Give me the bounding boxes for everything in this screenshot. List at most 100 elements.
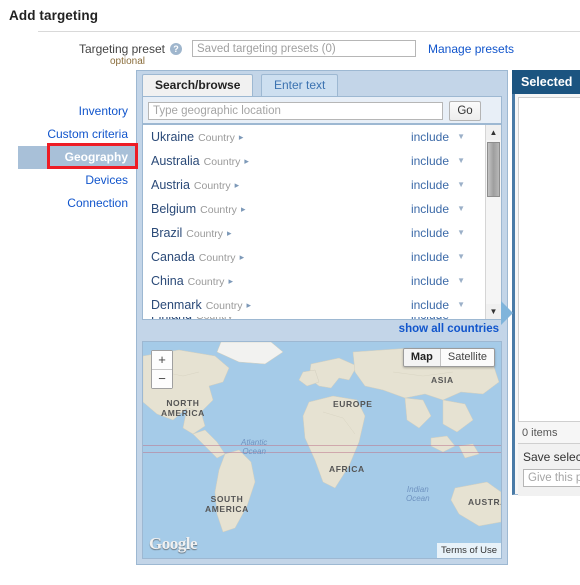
targeting-category-sidebar: Inventory Custom criteria Geography Devi… bbox=[0, 100, 136, 215]
panel-collapse-handle-icon[interactable] bbox=[501, 301, 513, 325]
scrollbar-thumb[interactable] bbox=[487, 142, 500, 197]
result-row[interactable]: China Country ▸ include ▼ bbox=[143, 269, 485, 293]
expand-bullet-icon[interactable]: ▸ bbox=[244, 156, 249, 166]
include-action-label[interactable]: include bbox=[411, 221, 449, 245]
result-row[interactable]: Denmark Country ▸ include ▼ bbox=[143, 293, 485, 317]
chevron-down-icon[interactable]: ▼ bbox=[457, 245, 465, 269]
google-logo: Google bbox=[149, 534, 198, 553]
save-selection-label: Save selec bbox=[523, 450, 580, 464]
header-divider bbox=[38, 31, 580, 32]
expand-bullet-icon[interactable]: ▸ bbox=[228, 276, 233, 286]
result-type: Country bbox=[193, 180, 231, 192]
search-bar: Go bbox=[142, 96, 502, 124]
panel-tabs: Search/browse Enter text bbox=[137, 71, 509, 96]
chevron-down-icon[interactable]: ▼ bbox=[457, 173, 465, 197]
preset-name-input[interactable] bbox=[523, 469, 580, 487]
result-row[interactable]: Austria Country ▸ include ▼ bbox=[143, 173, 485, 197]
include-action-label[interactable]: include bbox=[411, 317, 449, 319]
sidebar-item-inventory[interactable]: Inventory bbox=[0, 100, 136, 123]
result-row[interactable]: Ukraine Country ▸ include ▼ bbox=[143, 125, 485, 149]
map-type-toggle: Map Satellite bbox=[402, 348, 495, 367]
result-name: Denmark bbox=[151, 298, 202, 312]
results-list: Ukraine Country ▸ include ▼ Australia Country ▸… bbox=[143, 125, 485, 319]
chevron-down-icon[interactable]: ▼ bbox=[457, 125, 465, 149]
manage-presets-link[interactable]: Manage presets bbox=[428, 42, 514, 56]
result-type: Country bbox=[205, 300, 243, 312]
selected-items-panel: Selected 0 items Save selec bbox=[512, 70, 580, 496]
save-selection-section: Save selec bbox=[518, 443, 580, 496]
tab-enter-text[interactable]: Enter text bbox=[261, 74, 339, 96]
chevron-down-icon[interactable]: ▼ bbox=[457, 149, 465, 173]
sidebar-item-custom-criteria[interactable]: Custom criteria bbox=[0, 123, 136, 146]
result-name: Australia bbox=[151, 154, 200, 168]
question-mark-icon[interactable]: ? bbox=[170, 43, 182, 55]
search-input[interactable] bbox=[148, 102, 443, 120]
scroll-down-icon[interactable]: ▼ bbox=[486, 304, 501, 319]
result-row[interactable]: Belgium Country ▸ include ▼ bbox=[143, 197, 485, 221]
result-type: Country bbox=[198, 252, 236, 264]
targeting-preset-label: Targeting preset bbox=[78, 42, 165, 56]
map-type-map[interactable]: Map bbox=[403, 349, 440, 366]
expand-bullet-icon[interactable]: ▸ bbox=[241, 204, 246, 214]
selected-items-list bbox=[518, 97, 580, 422]
targeting-preset-row: Targeting preset ? optional Manage prese… bbox=[0, 40, 580, 70]
results-list-container: Ukraine Country ▸ include ▼ Australia Country ▸… bbox=[142, 124, 502, 320]
map-zoom-controls: + − bbox=[151, 350, 173, 389]
result-name: Belgium bbox=[151, 202, 197, 216]
scroll-up-icon[interactable]: ▲ bbox=[486, 125, 501, 140]
chevron-down-icon[interactable]: ▼ bbox=[457, 293, 465, 317]
result-name: Canada bbox=[151, 250, 195, 264]
map-graticule-line bbox=[143, 452, 501, 453]
result-name: China bbox=[151, 274, 184, 288]
chevron-down-icon[interactable]: ▼ bbox=[457, 317, 465, 319]
include-action-label[interactable]: include bbox=[411, 293, 449, 317]
result-type: Country bbox=[196, 317, 233, 319]
sidebar-item-geography[interactable]: Geography bbox=[18, 146, 136, 169]
expand-bullet-icon[interactable]: ▸ bbox=[240, 252, 245, 262]
include-action-label[interactable]: include bbox=[411, 245, 449, 269]
geography-targeting-panel: Search/browse Enter text Go UkraineCount… bbox=[136, 70, 513, 565]
page-title: Add targeting bbox=[9, 8, 99, 23]
optional-label: optional bbox=[110, 56, 146, 67]
result-name: Brazil bbox=[151, 226, 183, 240]
result-name: Finland bbox=[151, 317, 192, 319]
expand-bullet-icon[interactable]: ▸ bbox=[227, 228, 232, 238]
result-row[interactable]: Australia Country ▸ include ▼ bbox=[143, 149, 485, 173]
chevron-down-icon[interactable]: ▼ bbox=[457, 269, 465, 293]
result-type: Country bbox=[198, 132, 235, 144]
targeting-preset-input[interactable] bbox=[192, 40, 416, 57]
sidebar-item-connection[interactable]: Connection bbox=[0, 192, 136, 215]
terms-of-use-link[interactable]: Terms of Use bbox=[437, 543, 501, 558]
result-name: Austria bbox=[151, 178, 190, 192]
zoom-out-icon[interactable]: − bbox=[152, 370, 172, 388]
map-type-satellite[interactable]: Satellite bbox=[439, 349, 494, 366]
include-action-label[interactable]: include bbox=[411, 269, 449, 293]
geography-map[interactable]: + − Map Satellite NORTH AMERICA SOUTH AME… bbox=[142, 341, 502, 559]
include-action-label[interactable]: include bbox=[411, 197, 449, 221]
result-type: Country bbox=[203, 156, 241, 168]
selected-items-count: 0 items bbox=[522, 427, 558, 439]
chevron-down-icon[interactable]: ▼ bbox=[457, 221, 465, 245]
result-type: Country bbox=[187, 276, 225, 288]
result-type: Country bbox=[200, 204, 237, 216]
zoom-in-icon[interactable]: + bbox=[152, 351, 172, 370]
include-action-label[interactable]: include bbox=[411, 149, 449, 173]
results-scrollbar[interactable]: ▲ ▼ bbox=[485, 125, 501, 319]
result-row[interactable]: FinlandCountry▸include▼ bbox=[143, 317, 485, 319]
map-graticule-line bbox=[143, 445, 501, 446]
expand-bullet-icon[interactable]: ▸ bbox=[246, 300, 251, 310]
chevron-down-icon[interactable]: ▼ bbox=[457, 197, 465, 221]
world-map-graphic bbox=[143, 342, 501, 558]
selected-panel-header: Selected bbox=[512, 70, 580, 94]
include-action-label[interactable]: include bbox=[411, 173, 449, 197]
include-action-label[interactable]: include bbox=[411, 125, 449, 149]
show-all-countries-link[interactable]: show all countries bbox=[399, 323, 499, 335]
tab-search-browse[interactable]: Search/browse bbox=[142, 74, 254, 96]
expand-bullet-icon[interactable]: ▸ bbox=[239, 132, 244, 142]
result-row[interactable]: Canada Country ▸ include ▼ bbox=[143, 245, 485, 269]
result-row[interactable]: Brazil Country ▸ include ▼ bbox=[143, 221, 485, 245]
go-button[interactable]: Go bbox=[449, 101, 481, 121]
result-name: Ukraine bbox=[151, 130, 195, 144]
expand-bullet-icon[interactable]: ▸ bbox=[235, 180, 240, 190]
sidebar-item-devices[interactable]: Devices bbox=[0, 169, 136, 192]
